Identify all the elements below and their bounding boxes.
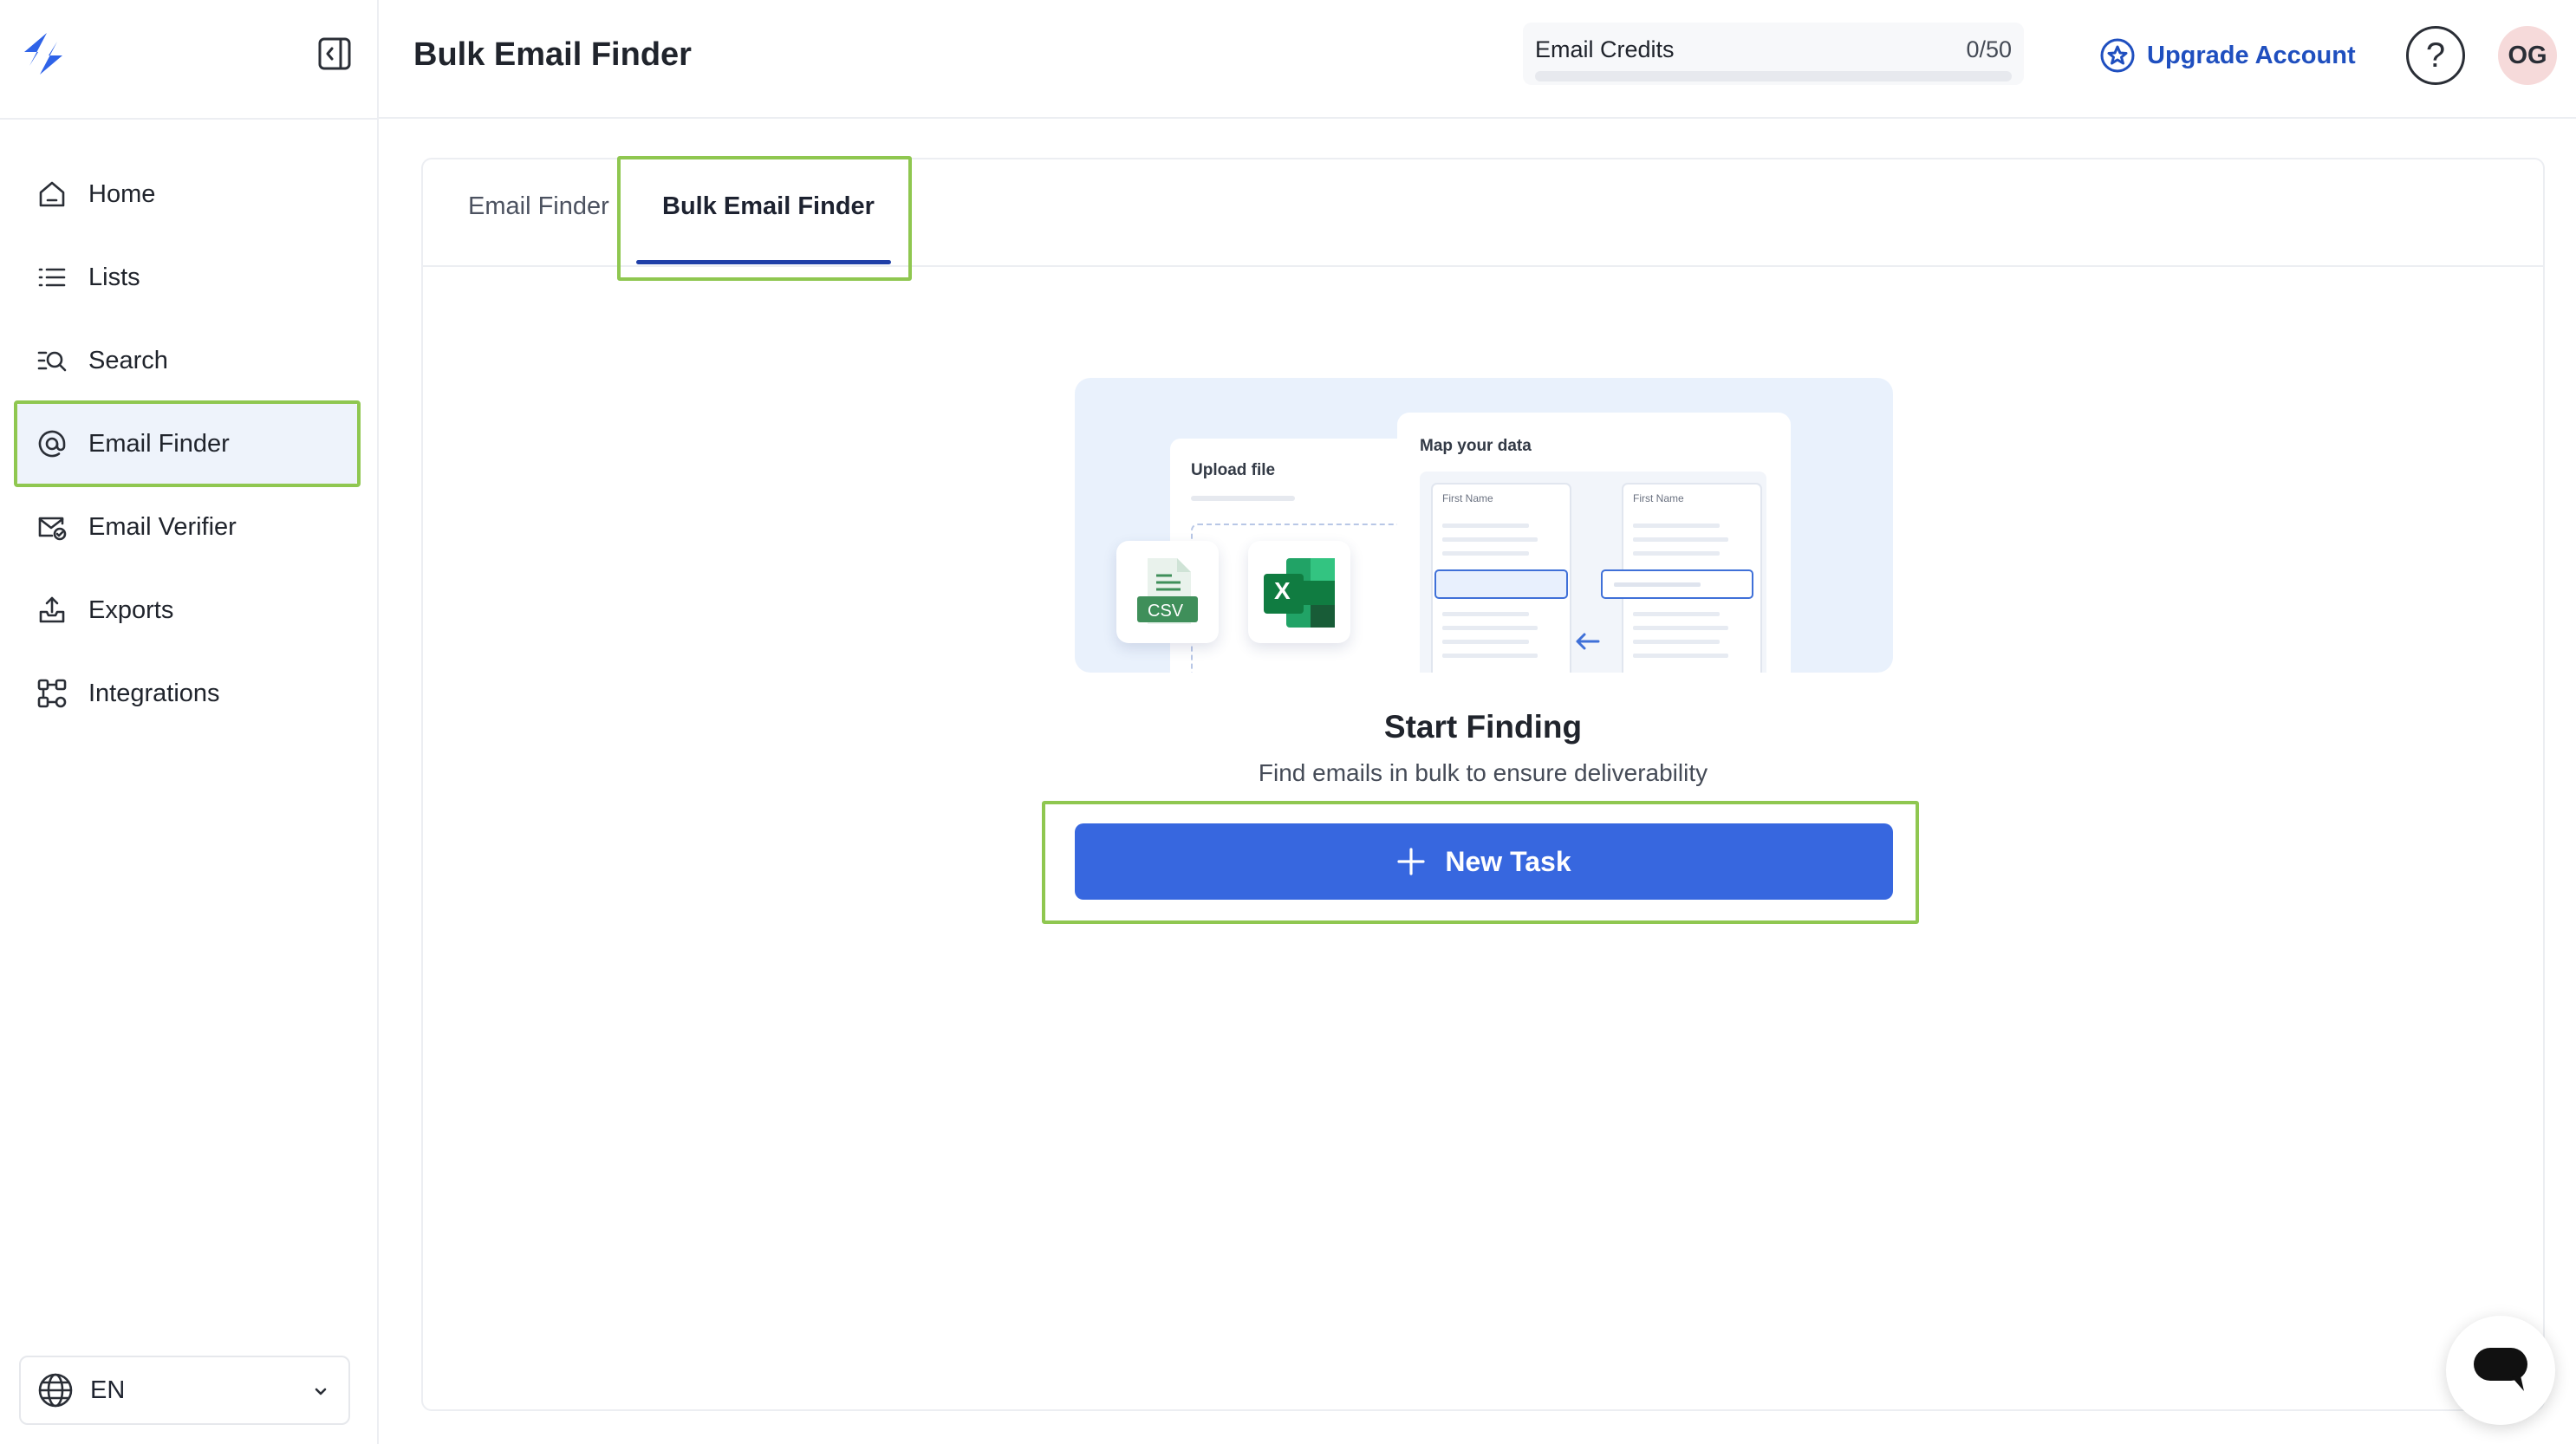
tab-bar: Email Finder Bulk Email Finder [423,156,2543,281]
placeholder-line [1191,496,1295,501]
email-credits-value: 0/50 [1966,36,2012,62]
chevron-down-icon [310,1380,331,1401]
sidebar-item-email-finder[interactable]: Email Finder [14,400,361,487]
page-title: Bulk Email Finder [413,36,692,73]
help-label: ? [2425,36,2446,75]
avatar[interactable]: OG [2498,26,2557,85]
upgrade-account-label: Upgrade Account [2147,41,2356,69]
map-data-card: Map your data First Name First Name [1397,413,1791,673]
upgrade-star-icon [2098,36,2137,75]
email-credits-progress-bar [1535,71,2012,81]
csv-label: CSV [1148,602,1184,621]
sidebar-item-label: Email Finder [88,429,230,458]
new-task-label: New Task [1445,845,1571,877]
top-header: Bulk Email Finder Email Credits 0/50 Upg… [379,0,2576,119]
new-task-button[interactable]: New Task [1075,823,1893,900]
at-sign-icon [35,426,69,461]
sidebar-item-lists[interactable]: Lists [16,236,359,319]
tab-email-finder[interactable]: Email Finder [468,192,609,221]
chat-widget-icon[interactable] [2446,1316,2555,1425]
upgrade-account-link[interactable]: Upgrade Account [2098,35,2356,76]
collapse-sidebar-icon[interactable] [317,36,352,71]
sidebar-item-label: Search [88,346,168,374]
mapping-columns-graphic [1420,472,1766,673]
sidebar-item-label: Lists [88,263,140,291]
mail-check-icon [35,510,69,544]
list-icon [35,260,69,295]
sidebar-item-label: Email Verifier [88,512,237,541]
sidebar-divider [0,118,379,120]
column-label-left: First Name [1442,492,1493,504]
excel-label: X [1274,577,1291,604]
home-icon [35,177,69,211]
email-credits-meter: Email Credits 0/50 [1523,23,2024,85]
sidebar-item-label: Integrations [88,679,220,707]
brand-logo-icon[interactable] [21,31,66,76]
empty-state-title: Start Finding [1383,709,1583,745]
globe-icon [36,1371,75,1409]
bulk-finder-panel: Email Finder Bulk Email Finder Upload fi… [421,156,2545,1411]
bulk-upload-illustration: Upload file Map your data First Name Fir… [1075,378,1893,673]
search-list-icon [35,343,69,378]
excel-file-icon: X [1248,541,1350,643]
sidebar-item-search[interactable]: Search [16,319,359,402]
csv-file-icon: CSV [1116,541,1219,643]
language-select[interactable]: EN [19,1356,350,1425]
column-label-right: First Name [1633,492,1684,504]
tab-highlight-box [617,156,912,281]
empty-state-subtitle: Find emails in bulk to ensure deliverabi… [1258,759,1708,786]
integrations-icon [35,676,69,711]
plus-icon [1396,847,1426,876]
sidebar-item-exports[interactable]: Exports [16,569,359,652]
sidebar-item-email-verifier[interactable]: Email Verifier [16,485,359,569]
email-credits-label: Email Credits [1535,36,1675,62]
sidebar-item-home[interactable]: Home [16,153,359,236]
sidebar-nav: Home Lists Search Email Finder Email Ver… [14,153,361,735]
sidebar-item-label: Exports [88,595,174,624]
avatar-initials: OG [2508,41,2547,69]
sidebar-item-integrations[interactable]: Integrations [16,652,359,735]
sidebar: Home Lists Search Email Finder Email Ver… [0,0,379,1444]
language-value: EN [90,1376,126,1404]
help-icon[interactable]: ? [2406,26,2465,85]
upload-file-title: Upload file [1191,461,1276,479]
upload-tray-icon [35,593,69,628]
sidebar-item-label: Home [88,179,156,208]
